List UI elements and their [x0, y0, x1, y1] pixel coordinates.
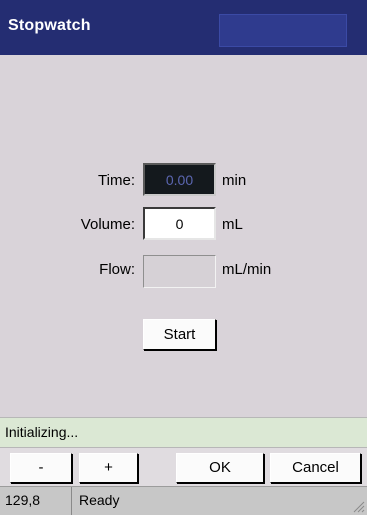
- status-state-pane: Ready: [74, 487, 367, 515]
- status-state: Ready: [79, 492, 120, 508]
- resize-grip-icon[interactable]: [351, 499, 365, 513]
- time-field: 0.00: [143, 163, 216, 196]
- cancel-button[interactable]: Cancel: [270, 453, 361, 483]
- title-bar: Stopwatch: [0, 0, 367, 55]
- ok-button[interactable]: OK: [176, 453, 264, 483]
- flow-unit: mL/min: [222, 261, 272, 278]
- message-line: Initializing...: [0, 417, 367, 448]
- title-bar-panel: [219, 14, 347, 47]
- time-unit: min: [222, 172, 247, 189]
- status-position: 129,8: [5, 492, 41, 508]
- main-panel: Time: 0.00 min Volume: 0 mL Flow: mL/min…: [0, 55, 367, 417]
- button-row: - + OK Cancel: [0, 448, 367, 486]
- message-text: Initializing...: [5, 424, 79, 440]
- volume-unit: mL: [222, 216, 243, 233]
- plus-button[interactable]: +: [79, 453, 138, 483]
- status-bar: 129,8 Ready: [0, 486, 367, 515]
- time-label: Time:: [98, 172, 135, 189]
- window-title: Stopwatch: [8, 17, 91, 34]
- volume-label: Volume:: [80, 216, 135, 233]
- flow-field: [143, 255, 216, 288]
- status-position-pane: 129,8: [0, 487, 72, 515]
- start-button[interactable]: Start: [143, 319, 216, 350]
- minus-button[interactable]: -: [10, 453, 72, 483]
- flow-label: Flow:: [99, 261, 135, 278]
- volume-input[interactable]: 0: [143, 207, 216, 240]
